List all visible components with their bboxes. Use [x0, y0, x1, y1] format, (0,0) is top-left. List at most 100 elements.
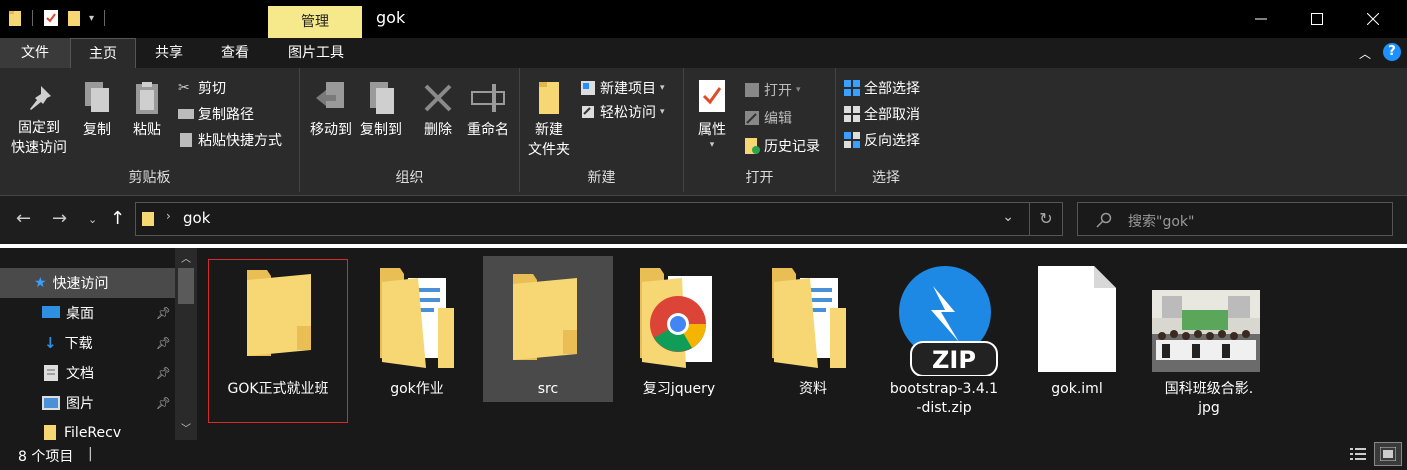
pin-icon[interactable]: 📌︎	[156, 366, 171, 380]
dropdown-icon: ▾	[660, 83, 665, 93]
move-to-button[interactable]: 移动到	[306, 80, 356, 140]
search-box[interactable]: 搜索"gok"	[1077, 202, 1393, 236]
tab-view[interactable]: 查看	[202, 38, 268, 68]
file-item[interactable]: 国科班级合影. jpg	[1144, 256, 1274, 416]
cut-button[interactable]: ✂ 剪切	[178, 78, 226, 98]
nav-item-label: FileRecv	[64, 425, 122, 440]
group-label-open: 打开	[745, 170, 774, 186]
pin-icon[interactable]: 📌︎	[156, 396, 171, 410]
details-view-icon[interactable]	[1350, 447, 1366, 465]
tab-file[interactable]: 文件	[0, 38, 70, 68]
window-title: gok	[376, 8, 406, 27]
back-arrow-icon[interactable]: ←	[16, 208, 31, 229]
nav-item-quick-access[interactable]: ★ 快速访问	[0, 268, 175, 298]
item-count: 8 个项目	[18, 449, 74, 465]
nav-item-pictures[interactable]: 图片 📌︎	[0, 388, 175, 418]
copy-to-label: 复制到	[360, 122, 402, 138]
tab-picture-tools[interactable]: 图片工具	[272, 38, 360, 68]
file-name-line1: 国科班级合影.	[1164, 381, 1254, 397]
file-item[interactable]: src	[483, 256, 613, 402]
open-icon	[745, 83, 759, 97]
breadcrumb-chevron-icon[interactable]: ›	[166, 209, 171, 223]
edit-icon	[745, 111, 759, 125]
recent-locations-chevron-icon[interactable]: ⌄	[88, 213, 97, 226]
scissors-icon: ✂	[178, 80, 190, 96]
forward-arrow-icon[interactable]: →	[52, 208, 67, 229]
move-to-icon	[316, 82, 344, 108]
close-button[interactable]	[1345, 0, 1401, 38]
invert-selection-button[interactable]: 反向选择	[844, 130, 920, 150]
file-item[interactable]: ZIP bootstrap-3.4.1 -dist.zip	[879, 256, 1009, 416]
pin-to-quick-access-button[interactable]: 固定到 快速访问	[6, 82, 72, 158]
properties-check-icon	[699, 80, 725, 112]
paste-icon	[136, 82, 158, 114]
file-name: 复习jquery	[642, 381, 716, 397]
nav-item-desktop[interactable]: 桌面 📌︎	[0, 298, 175, 328]
minimize-button[interactable]	[1233, 0, 1289, 38]
copy-button[interactable]: 复制	[74, 80, 120, 140]
nav-item-downloads[interactable]: ↓ 下载 📌︎	[0, 328, 175, 358]
file-item[interactable]: 复习jquery	[614, 256, 744, 402]
file-item[interactable]: gok.iml	[1012, 256, 1142, 402]
pin-icon[interactable]: 📌︎	[156, 306, 171, 320]
breadcrumb-gok[interactable]: gok	[183, 209, 210, 227]
properties-icon[interactable]	[43, 9, 59, 27]
paste-button[interactable]: 粘贴	[124, 80, 170, 140]
copy-path-button[interactable]: 复制路径	[178, 104, 254, 124]
customize-qat-icon[interactable]: ▾	[89, 13, 94, 24]
file-name-line2: jpg	[1198, 400, 1220, 416]
tab-home[interactable]: 主页	[70, 38, 136, 68]
scroll-up-icon[interactable]: ︿	[181, 250, 191, 265]
invert-selection-icon	[844, 132, 860, 148]
file-item[interactable]: gok作业	[352, 256, 482, 402]
file-item[interactable]: GOK正式就业班	[208, 259, 348, 423]
easy-access-label: 轻松访问	[600, 105, 656, 121]
paste-shortcut-button[interactable]: 粘贴快捷方式	[178, 130, 282, 150]
copy-to-button[interactable]: 复制到	[356, 80, 406, 140]
scroll-down-icon[interactable]: ﹀	[181, 420, 191, 435]
nav-item-label: 下载	[64, 336, 93, 352]
nav-item-filerecv[interactable]: FileRecv	[0, 418, 175, 440]
collapse-ribbon-icon[interactable]: ︿	[1359, 45, 1371, 62]
address-bar[interactable]: › gok ⌄ ↻	[135, 202, 1063, 236]
refresh-icon[interactable]: ↻	[1029, 202, 1063, 236]
rename-button[interactable]: 重命名	[462, 80, 514, 140]
new-folder-button[interactable]: 新建 文件夹	[524, 80, 574, 160]
context-tab-manage[interactable]: 管理	[268, 6, 362, 38]
easy-access-button[interactable]: 轻松访问 ▾	[580, 102, 665, 122]
help-button[interactable]: ?	[1383, 43, 1401, 61]
copy-path-label: 复制路径	[198, 107, 254, 123]
history-button[interactable]: 历史记录	[744, 136, 820, 156]
maximize-button[interactable]	[1289, 0, 1345, 38]
new-item-button[interactable]: 新建项目 ▾	[580, 78, 665, 98]
cut-label: 剪切	[198, 81, 226, 97]
tab-share[interactable]: 共享	[136, 38, 202, 68]
up-arrow-icon[interactable]: ↑	[110, 208, 125, 229]
edit-button[interactable]: 编辑	[744, 108, 792, 128]
address-row: ← → ⌄ ↑ › gok ⌄ ↻ 搜索"gok"	[0, 196, 1407, 244]
delete-button[interactable]: 删除	[418, 80, 458, 140]
delete-label: 删除	[424, 122, 452, 138]
pin-icon[interactable]: 📌︎	[156, 336, 171, 350]
group-open: 属性 ▾ 打开 ▾ 编辑 历史记录 打开	[684, 68, 836, 192]
chrome-folder-icon	[640, 268, 712, 368]
copy-to-icon	[370, 82, 394, 114]
select-none-button[interactable]: 全部取消	[844, 104, 920, 124]
address-dropdown-icon[interactable]: ⌄	[1002, 209, 1014, 225]
file-name-line2: -dist.zip	[916, 400, 972, 416]
large-icons-view-icon[interactable]	[1374, 442, 1402, 466]
file-name-line1: bootstrap-3.4.1	[889, 381, 999, 397]
open-button[interactable]: 打开 ▾	[744, 80, 801, 100]
nav-scrollbar[interactable]: ︿ ﹀	[175, 248, 197, 440]
new-item-label: 新建项目	[600, 81, 656, 97]
properties-button[interactable]: 属性 ▾	[690, 78, 734, 150]
search-icon	[1096, 212, 1112, 228]
select-all-button[interactable]: 全部选择	[844, 78, 920, 98]
scrollbar-thumb[interactable]	[178, 268, 194, 304]
new-folder-icon[interactable]	[67, 9, 81, 27]
file-name: 国科班级合影. jpg	[1144, 380, 1274, 418]
file-item[interactable]: 资料	[748, 256, 878, 402]
divider	[104, 10, 106, 26]
zip-archive-icon: ZIP	[899, 266, 998, 376]
nav-item-documents[interactable]: 文档 📌︎	[0, 358, 175, 388]
